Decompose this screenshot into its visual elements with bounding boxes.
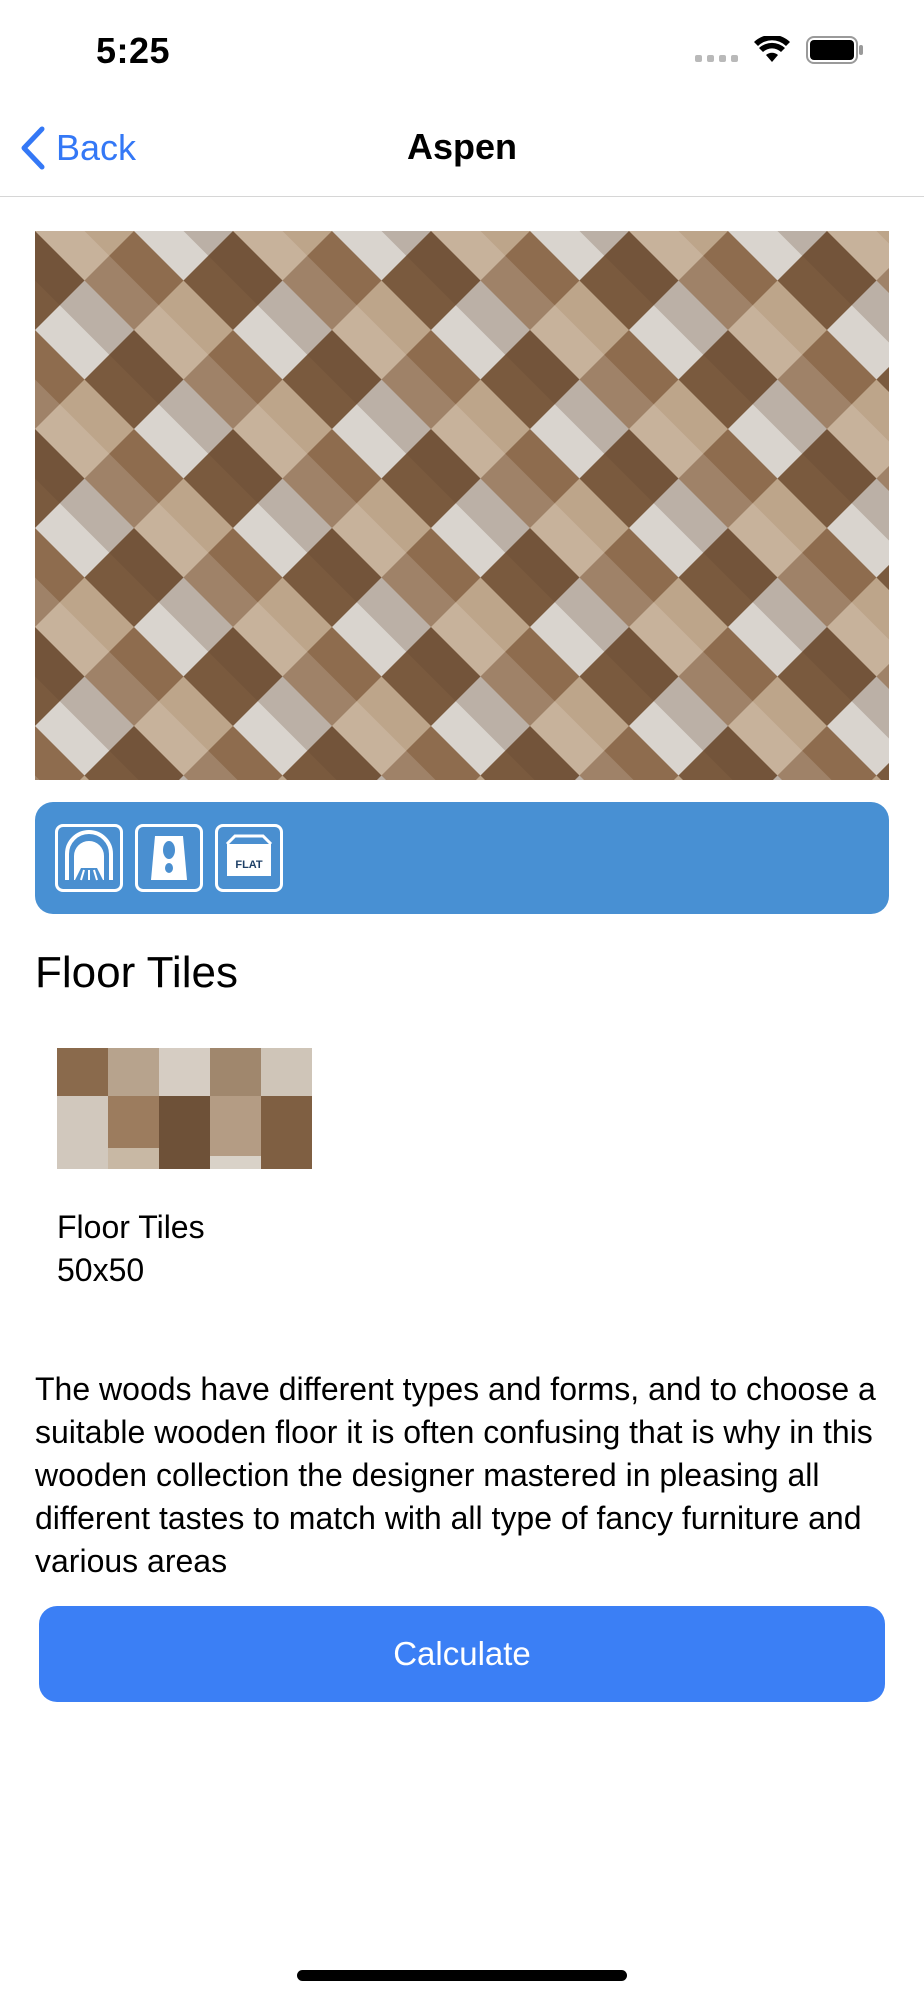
app-screen: 5:25 Back Aspen FLAT Floor Tiles Floor T…	[0, 0, 924, 2000]
product-description: The woods have different types and forms…	[35, 1371, 876, 1579]
thumbnail-size: 50x50	[57, 1252, 145, 1288]
thumbnail-caption: Floor Tiles 50x50	[57, 1206, 205, 1292]
home-indicator	[297, 1970, 627, 1981]
calculate-button[interactable]: Calculate	[39, 1606, 885, 1702]
feature-bar: FLAT	[35, 802, 889, 914]
status-bar: 5:25	[0, 0, 924, 100]
page-title: Aspen	[406, 126, 518, 167]
product-image	[35, 231, 889, 780]
cellular-signal-icon	[695, 38, 738, 62]
thumbnail-name: Floor Tiles	[57, 1209, 205, 1245]
navigation-bar: Back Aspen	[0, 100, 924, 197]
status-time: 5:25	[96, 30, 171, 71]
section-title: Floor Tiles	[35, 948, 238, 997]
tile-thumbnail[interactable]	[57, 1048, 312, 1169]
floor-use-icon	[135, 824, 203, 892]
status-indicators	[695, 36, 864, 64]
battery-icon	[806, 36, 863, 64]
flat-finish-icon: FLAT	[215, 824, 283, 892]
wifi-icon	[754, 36, 790, 62]
svg-text:FLAT: FLAT	[235, 859, 263, 871]
indoor-use-icon	[55, 824, 123, 892]
